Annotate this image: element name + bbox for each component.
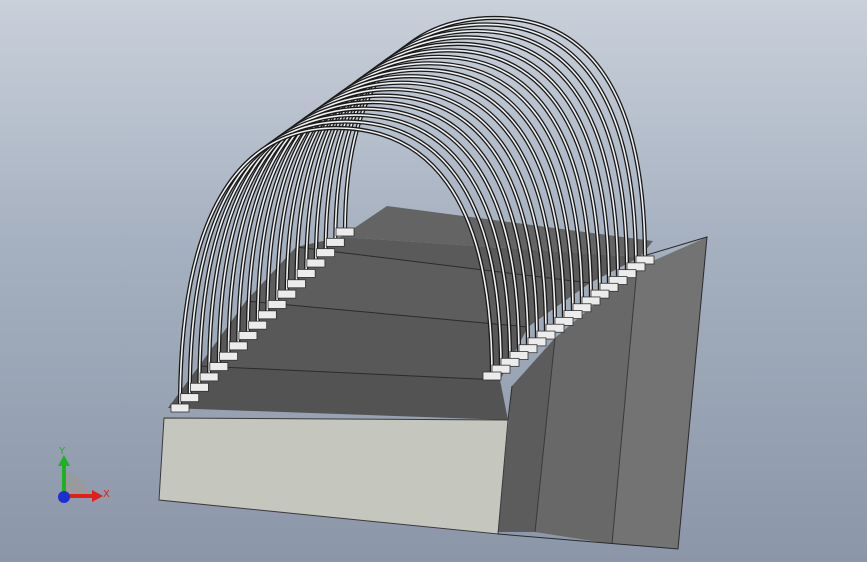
left-footing — [170, 403, 190, 413]
left-footing — [296, 269, 316, 278]
left-footing — [316, 248, 335, 258]
left-footing — [219, 351, 238, 361]
left-footing — [277, 289, 297, 299]
y-axis-label: Y — [58, 446, 66, 457]
left-footing — [209, 362, 229, 371]
left-footing — [257, 310, 277, 320]
coordinate-triad: Y X — [58, 446, 110, 503]
left-footing — [335, 227, 355, 237]
3d-model-scene[interactable]: Y X — [0, 0, 867, 562]
left-footing — [238, 331, 258, 340]
left-footing — [228, 341, 248, 351]
left-footing — [325, 237, 345, 247]
left-footing — [287, 279, 306, 289]
x-axis-arrowhead — [92, 490, 103, 502]
left-footing — [199, 372, 219, 382]
left-footing — [306, 258, 326, 268]
left-footing — [267, 300, 287, 309]
z-axis-dot — [58, 491, 70, 503]
front-wall — [158, 417, 509, 535]
right-footing — [482, 371, 502, 381]
x-axis-label: X — [103, 489, 110, 500]
cad-viewport[interactable]: Y X — [0, 0, 867, 562]
left-footing — [248, 320, 268, 330]
left-footing — [190, 382, 209, 392]
left-footing — [180, 393, 200, 403]
